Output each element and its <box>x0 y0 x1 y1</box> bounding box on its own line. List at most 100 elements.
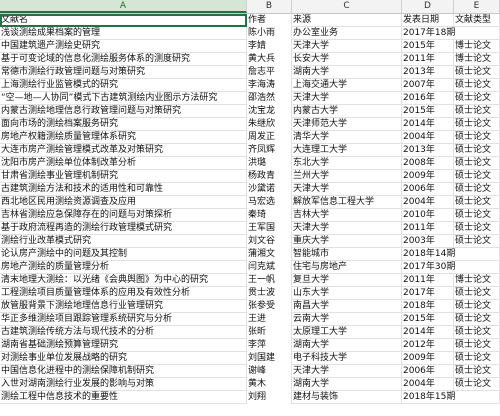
source-cell[interactable]: 大连理工大学 <box>292 144 402 157</box>
source-cell[interactable]: 山东大学 <box>292 287 402 300</box>
source-cell[interactable]: 湖南大学 <box>292 339 402 352</box>
title-cell[interactable]: 清末地理大测绘：以光绪《会典舆图》为中心的研究 <box>0 274 247 287</box>
author-cell[interactable]: 刘国建 <box>247 352 292 365</box>
date-cell[interactable]: 2011年 <box>402 274 454 287</box>
author-cell[interactable]: 王进 <box>247 313 292 326</box>
source-cell[interactable]: 解放军信息工程大学 <box>292 196 402 209</box>
author-cell[interactable]: 李婧 <box>247 40 292 53</box>
date-cell[interactable]: 2013年 <box>402 144 454 157</box>
author-cell[interactable]: 詹志平 <box>247 66 292 79</box>
author-cell[interactable]: 沈宝龙 <box>247 105 292 118</box>
type-cell[interactable]: 博士论文 <box>454 40 500 53</box>
date-cell[interactable]: 2004年 <box>402 196 454 209</box>
source-cell[interactable]: 湖南大学 <box>292 66 402 79</box>
source-cell[interactable]: 电子科技大学 <box>292 352 402 365</box>
type-cell[interactable]: 硕士论文 <box>454 170 500 183</box>
header-cell-source[interactable]: 来源 <box>292 14 402 27</box>
source-cell[interactable]: 南昌大学 <box>292 300 402 313</box>
title-cell[interactable]: 华正多维测绘项目跟踪管理系统研究与分析 <box>0 313 247 326</box>
title-cell[interactable]: 中国信息化进程中的测绘保障机制研究 <box>0 365 247 378</box>
source-cell[interactable]: 天津师范大学 <box>292 118 402 131</box>
title-cell[interactable]: 房地产测绘的质量管理分析 <box>0 261 247 274</box>
author-cell[interactable]: 李萍 <box>247 339 292 352</box>
author-cell[interactable]: 王一帆 <box>247 274 292 287</box>
source-cell[interactable]: 复旦大学 <box>292 274 402 287</box>
title-cell[interactable]: 面向市场的测绘档案服务研究 <box>0 118 247 131</box>
source-cell[interactable]: 长安大学 <box>292 53 402 66</box>
type-cell[interactable]: 硕士论文 <box>454 378 500 391</box>
type-cell[interactable]: 硕士论文 <box>454 222 500 235</box>
title-cell[interactable]: 基于政府流程再造的测绘行政管理模式研究 <box>0 222 247 235</box>
title-cell[interactable]: 入世对湖南测绘行业发展的影响与对策 <box>0 378 247 391</box>
date-cell[interactable]: 2018年14期 <box>402 248 455 261</box>
type-cell[interactable]: 硕士论文 <box>454 118 500 131</box>
type-cell[interactable]: 硕士论文 <box>454 313 500 326</box>
source-cell[interactable]: 重庆大学 <box>292 235 402 248</box>
title-cell[interactable]: 测绘行业改革模式研究 <box>0 235 247 248</box>
date-cell[interactable]: 2017年 <box>402 287 454 300</box>
source-cell[interactable]: 内蒙古大学 <box>292 105 402 118</box>
author-cell[interactable]: 马宏选 <box>247 196 292 209</box>
column-header-a[interactable]: A <box>0 0 247 13</box>
author-cell[interactable]: 朱继欣 <box>247 118 292 131</box>
column-header-d[interactable]: D <box>402 0 454 13</box>
type-cell[interactable]: 硕士论文 <box>454 300 500 313</box>
author-cell[interactable]: 谢峰 <box>247 365 292 378</box>
author-cell[interactable]: 秦琦 <box>247 209 292 222</box>
type-cell[interactable] <box>454 27 500 40</box>
date-cell[interactable]: 2004年 <box>402 131 454 144</box>
source-cell[interactable]: 上海交通大学 <box>292 79 402 92</box>
type-cell[interactable]: 硕士论文 <box>454 66 500 79</box>
author-cell[interactable]: 黄木 <box>247 378 292 391</box>
date-cell[interactable]: 2018年 <box>402 300 454 313</box>
type-cell[interactable]: 硕士论文 <box>454 352 500 365</box>
type-cell[interactable]: 硕士论文 <box>454 92 500 105</box>
author-cell[interactable]: 陈小雨 <box>247 27 292 40</box>
title-cell[interactable]: 古建筑测绘传统方法与现代技术的分析 <box>0 326 247 339</box>
title-cell[interactable]: 基于可变论域的信息化测绘服务体系的测度研究 <box>0 53 247 66</box>
title-cell[interactable]: 工程测绘项目质量管理体系的应用及有效性分析 <box>0 287 247 300</box>
date-cell[interactable]: 2011年 <box>402 222 454 235</box>
author-cell[interactable]: 黄大兵 <box>247 53 292 66</box>
source-cell[interactable]: 住宅与房地产 <box>292 261 402 274</box>
date-cell[interactable]: 2013年 <box>402 66 454 79</box>
type-cell[interactable]: 硕士论文 <box>454 79 500 92</box>
date-cell[interactable]: 2016年 <box>402 92 454 105</box>
type-cell[interactable]: 硕士论文 <box>454 339 500 352</box>
header-cell-type[interactable]: 文献类型 <box>454 14 500 27</box>
date-cell[interactable]: 2009年 <box>402 170 454 183</box>
date-cell[interactable]: 2004年 <box>402 378 454 391</box>
title-cell[interactable]: 上海测绘行业监管模式的研究 <box>0 79 247 92</box>
type-cell[interactable]: 硕士论文 <box>454 183 500 196</box>
title-cell[interactable]: 放管服背景下测绘地理信息行业管理研究 <box>0 300 247 313</box>
date-cell[interactable]: 2017年30期 <box>402 261 455 274</box>
header-cell-date[interactable]: 发表日期 <box>402 14 454 27</box>
source-cell[interactable]: 湖南大学 <box>292 378 402 391</box>
date-cell[interactable]: 2011年 <box>402 53 454 66</box>
title-cell[interactable]: 浅谈测绘成果档案的管理 <box>0 27 247 40</box>
type-cell[interactable]: 硕士论文 <box>454 287 500 300</box>
source-cell[interactable]: 办公室业务 <box>292 27 402 40</box>
author-cell[interactable]: 王军国 <box>247 222 292 235</box>
title-cell[interactable]: 论认房产测绘中的问题及其控制 <box>0 248 247 261</box>
title-cell[interactable]: 甘肃省测绘事业管理机制研究 <box>0 170 247 183</box>
column-header-b[interactable]: B <box>247 0 292 13</box>
date-cell[interactable]: 2012年 <box>402 339 454 352</box>
author-cell[interactable]: 张参受 <box>247 300 292 313</box>
author-cell[interactable]: 邵浩然 <box>247 92 292 105</box>
date-cell[interactable]: 2006年 <box>402 365 454 378</box>
type-cell[interactable]: 硕士论文 <box>454 209 500 222</box>
title-cell[interactable]: 房地产权籍测绘质量管理体系研究 <box>0 131 247 144</box>
author-cell[interactable]: 李海涛 <box>247 79 292 92</box>
author-cell[interactable]: 刘文谷 <box>247 235 292 248</box>
title-cell[interactable]: “空—地—人协同”模式下古建筑测绘内业图示方法研究 <box>0 92 247 105</box>
date-cell[interactable]: 2007年 <box>402 79 454 92</box>
type-cell[interactable] <box>454 261 500 274</box>
source-cell[interactable]: 清华大学 <box>292 131 402 144</box>
date-cell[interactable]: 2015年 <box>402 105 454 118</box>
title-cell[interactable]: 湖南省基础测绘预算管理研究 <box>0 339 247 352</box>
source-cell[interactable]: 太原理工大学 <box>292 326 402 339</box>
source-cell[interactable]: 天津大学 <box>292 222 402 235</box>
date-cell[interactable]: 2017年18期 <box>402 27 455 40</box>
title-cell[interactable]: 西北地区民用测绘资源调查及应用 <box>0 196 247 209</box>
